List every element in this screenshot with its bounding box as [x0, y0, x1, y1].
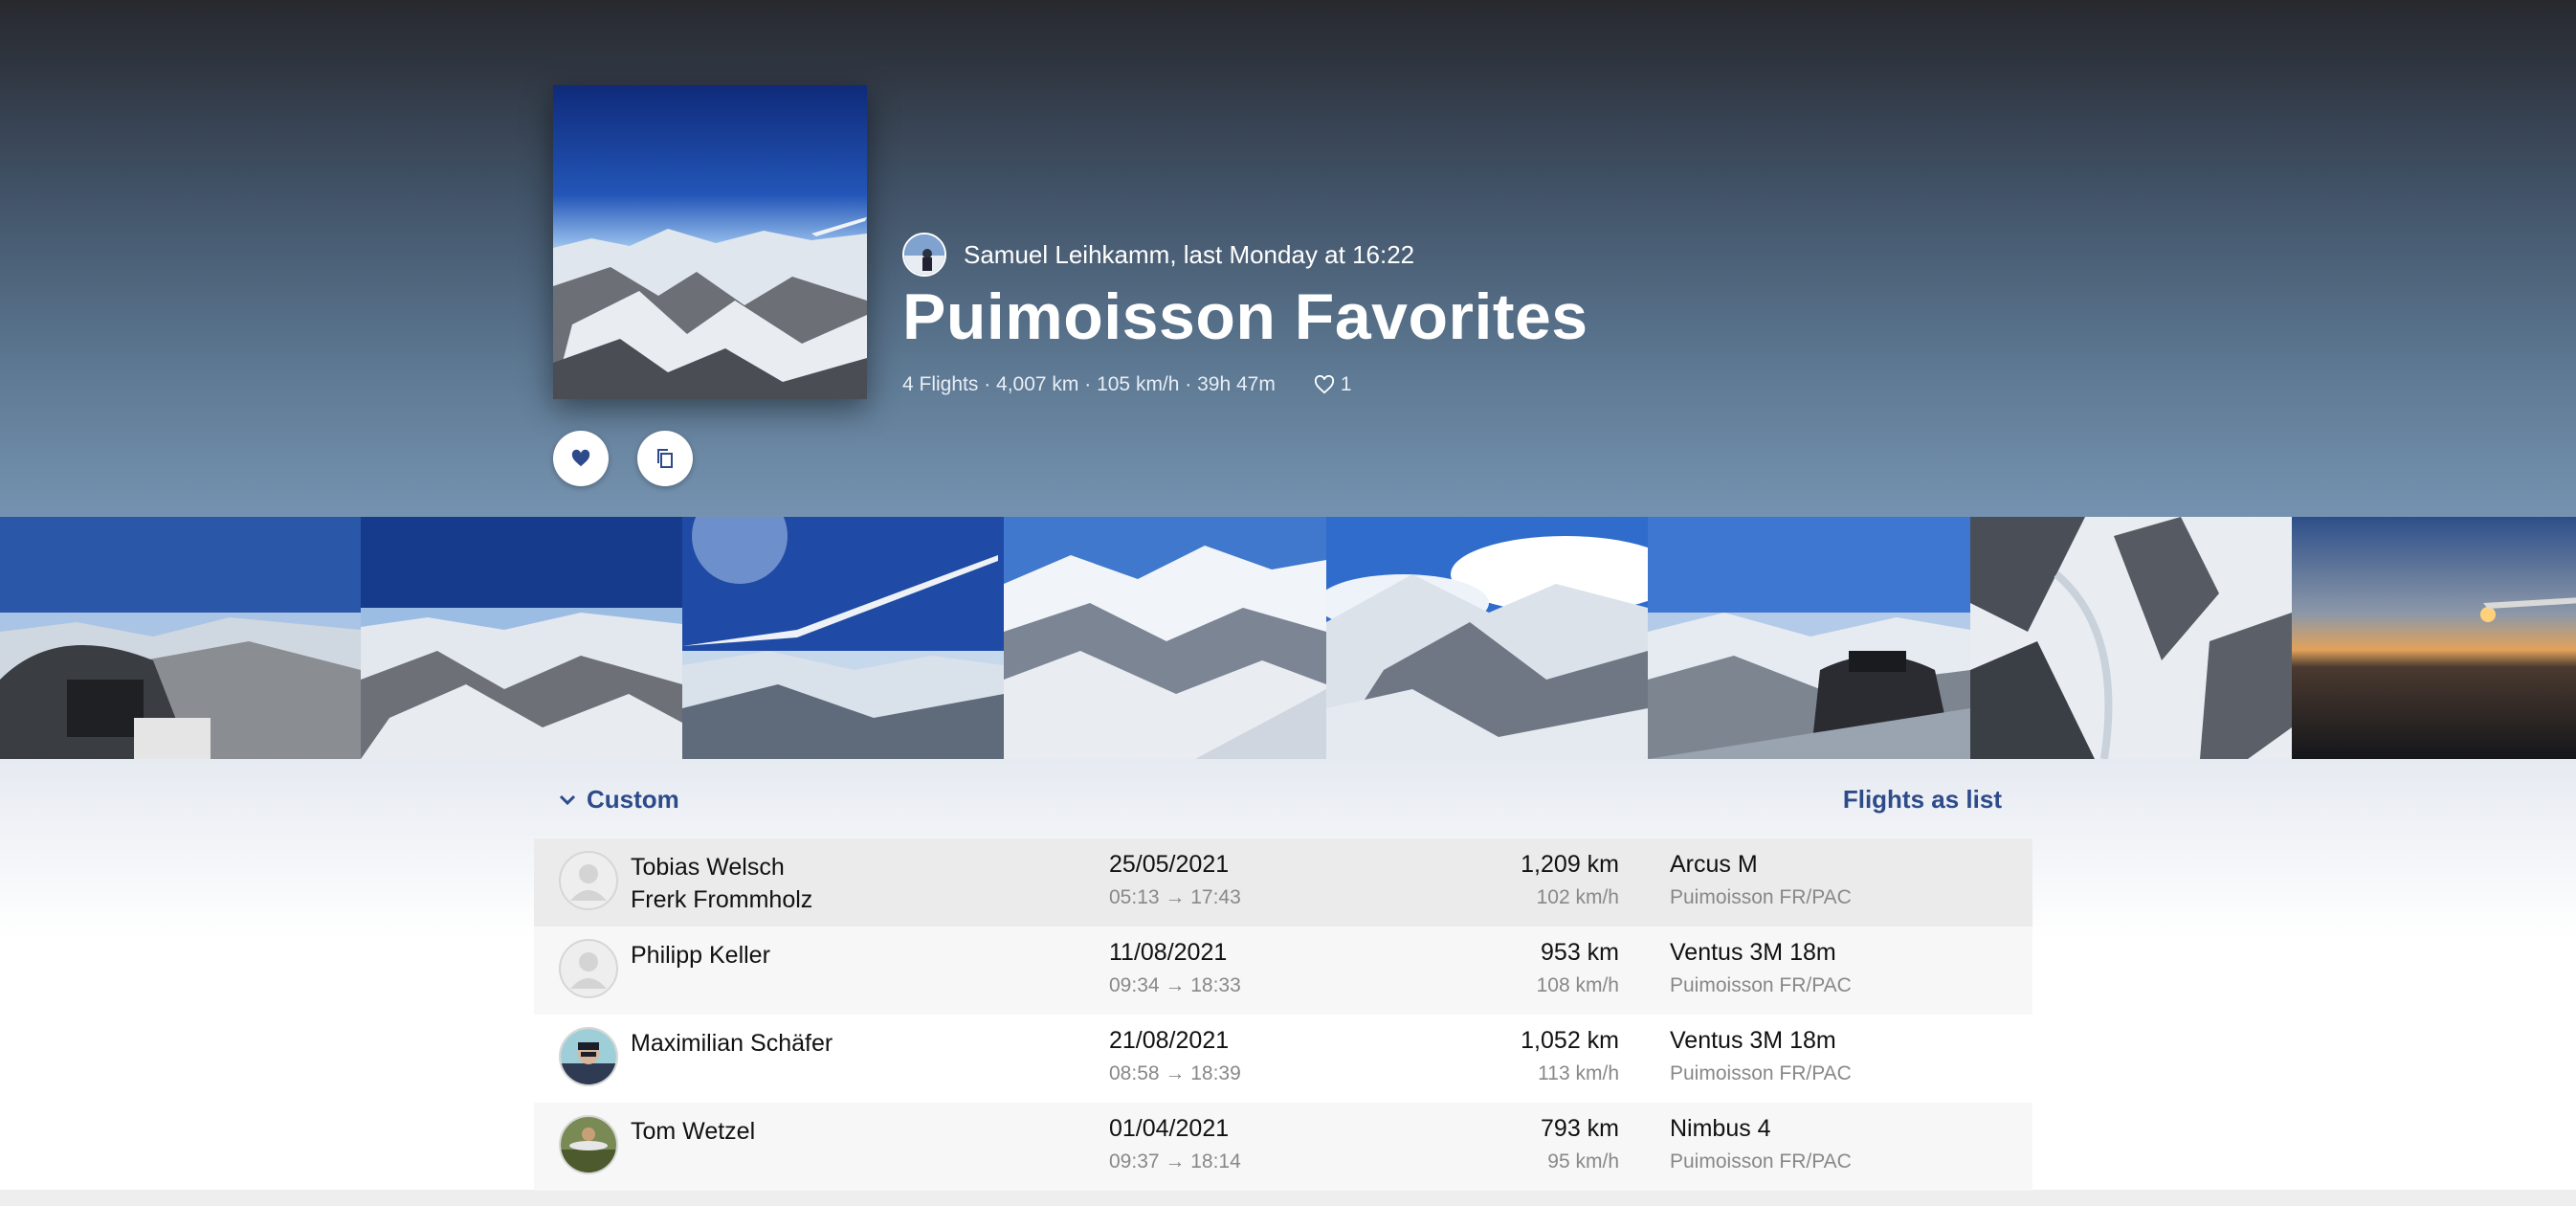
table-row[interactable]: Maximilian Schäfer 21/08/2021 08:58 → 18…: [534, 1015, 2032, 1103]
flights-as-list-link[interactable]: Flights as list: [1843, 785, 2002, 815]
flight-date: 11/08/2021: [1109, 939, 1228, 966]
takeoff-site: Puimoisson FR/PAC: [1670, 1150, 1852, 1172]
flight-date: 21/08/2021: [1109, 1027, 1230, 1054]
page-footer-band: [0, 1190, 2576, 1206]
pilot-name[interactable]: Tom Wetzel: [631, 1115, 755, 1148]
flight-photo[interactable]: [2292, 517, 2576, 759]
flight-date: 25/05/2021: [1109, 851, 1230, 878]
avatar: [559, 1115, 618, 1174]
page-title: Puimoisson Favorites: [902, 280, 1588, 353]
flight-distance: 793 km: [1541, 1115, 1619, 1142]
flight-photo[interactable]: [1970, 517, 2292, 759]
table-row[interactable]: Tobias Welsch Frerk Frommholz 25/05/2021…: [534, 838, 2032, 927]
flight-date: 01/04/2021: [1109, 1115, 1230, 1142]
flight-times: 09:37 → 18:14: [1109, 1150, 1241, 1172]
like-button[interactable]: [553, 431, 609, 486]
flight-photo[interactable]: [682, 517, 1004, 759]
likes-count: 1: [1314, 373, 1352, 396]
flight-distance: 953 km: [1541, 939, 1619, 966]
table-row[interactable]: Tom Wetzel 01/04/2021 09:37 → 18:14 793 …: [534, 1103, 2032, 1191]
author-meta: Samuel Leihkamm, last Monday at 16:22: [902, 231, 1414, 279]
flight-distance: 1,052 km: [1521, 1027, 1619, 1054]
pilot-names: Maximilian Schäfer: [631, 1027, 833, 1060]
chevron-down-icon: [559, 794, 576, 805]
cover-image: [553, 85, 867, 399]
flight-photo[interactable]: [1648, 517, 1970, 759]
heart-icon: [571, 449, 590, 467]
heart-outline-icon: [1314, 375, 1334, 394]
flight-speed: 95 km/h: [1547, 1150, 1619, 1172]
pilot-name[interactable]: Maximilian Schäfer: [631, 1027, 833, 1060]
copy-icon: [657, 449, 673, 468]
takeoff-site: Puimoisson FR/PAC: [1670, 974, 1852, 996]
author-avatar[interactable]: [902, 233, 946, 277]
photo-strip: [0, 517, 2576, 759]
table-row[interactable]: Philipp Keller 11/08/2021 09:34 → 18:33 …: [534, 927, 2032, 1015]
pilot-names: Tobias Welsch Frerk Frommholz: [631, 851, 812, 916]
flight-times: 08:58 → 18:39: [1109, 1062, 1241, 1084]
flight-photo[interactable]: [361, 517, 682, 759]
pilot-photo: [561, 1117, 616, 1172]
flight-photo[interactable]: [0, 517, 361, 759]
avatar: [559, 851, 618, 910]
flight-distance: 1,209 km: [1521, 851, 1619, 878]
pilot-photo: [561, 1029, 616, 1084]
glider-type: Arcus M: [1670, 851, 1758, 878]
flight-photo[interactable]: [1326, 517, 1648, 759]
copy-button[interactable]: [637, 431, 693, 486]
glider-type: Ventus 3M 18m: [1670, 939, 1836, 966]
sort-label: Custom: [587, 785, 679, 814]
pilot-names: Philipp Keller: [631, 939, 770, 972]
likes-number: 1: [1340, 373, 1352, 395]
user-placeholder-icon: [570, 864, 607, 901]
glider-type: Nimbus 4: [1670, 1115, 1771, 1142]
glider-type: Ventus 3M 18m: [1670, 1027, 1836, 1054]
flight-speed: 108 km/h: [1536, 974, 1619, 996]
pilot-name[interactable]: Philipp Keller: [631, 939, 770, 972]
author-line: Samuel Leihkamm, last Monday at 16:22: [964, 239, 1415, 269]
takeoff-site: Puimoisson FR/PAC: [1670, 886, 1852, 908]
flight-times: 09:34 → 18:33: [1109, 974, 1241, 996]
user-placeholder-icon: [570, 952, 607, 989]
copilot-name[interactable]: Frerk Frommholz: [631, 883, 812, 916]
pilot-names: Tom Wetzel: [631, 1115, 755, 1148]
flight-speed: 102 km/h: [1536, 886, 1619, 908]
stats-text: 4 Flights · 4,007 km · 105 km/h · 39h 47…: [902, 373, 1276, 395]
flight-photo[interactable]: [1004, 517, 1326, 759]
cover-photo[interactable]: [553, 85, 867, 399]
collection-header: Samuel Leihkamm, last Monday at 16:22 Pu…: [0, 0, 2576, 517]
pilot-name[interactable]: Tobias Welsch: [631, 851, 812, 883]
takeoff-site: Puimoisson FR/PAC: [1670, 1062, 1852, 1084]
sort-dropdown[interactable]: Custom: [558, 785, 679, 815]
collection-stats: 4 Flights · 4,007 km · 105 km/h · 39h 47…: [902, 373, 1352, 396]
avatar: [559, 939, 618, 998]
flight-times: 05:13 → 17:43: [1109, 886, 1241, 908]
flight-speed: 113 km/h: [1538, 1062, 1619, 1084]
avatar: [559, 1027, 618, 1086]
